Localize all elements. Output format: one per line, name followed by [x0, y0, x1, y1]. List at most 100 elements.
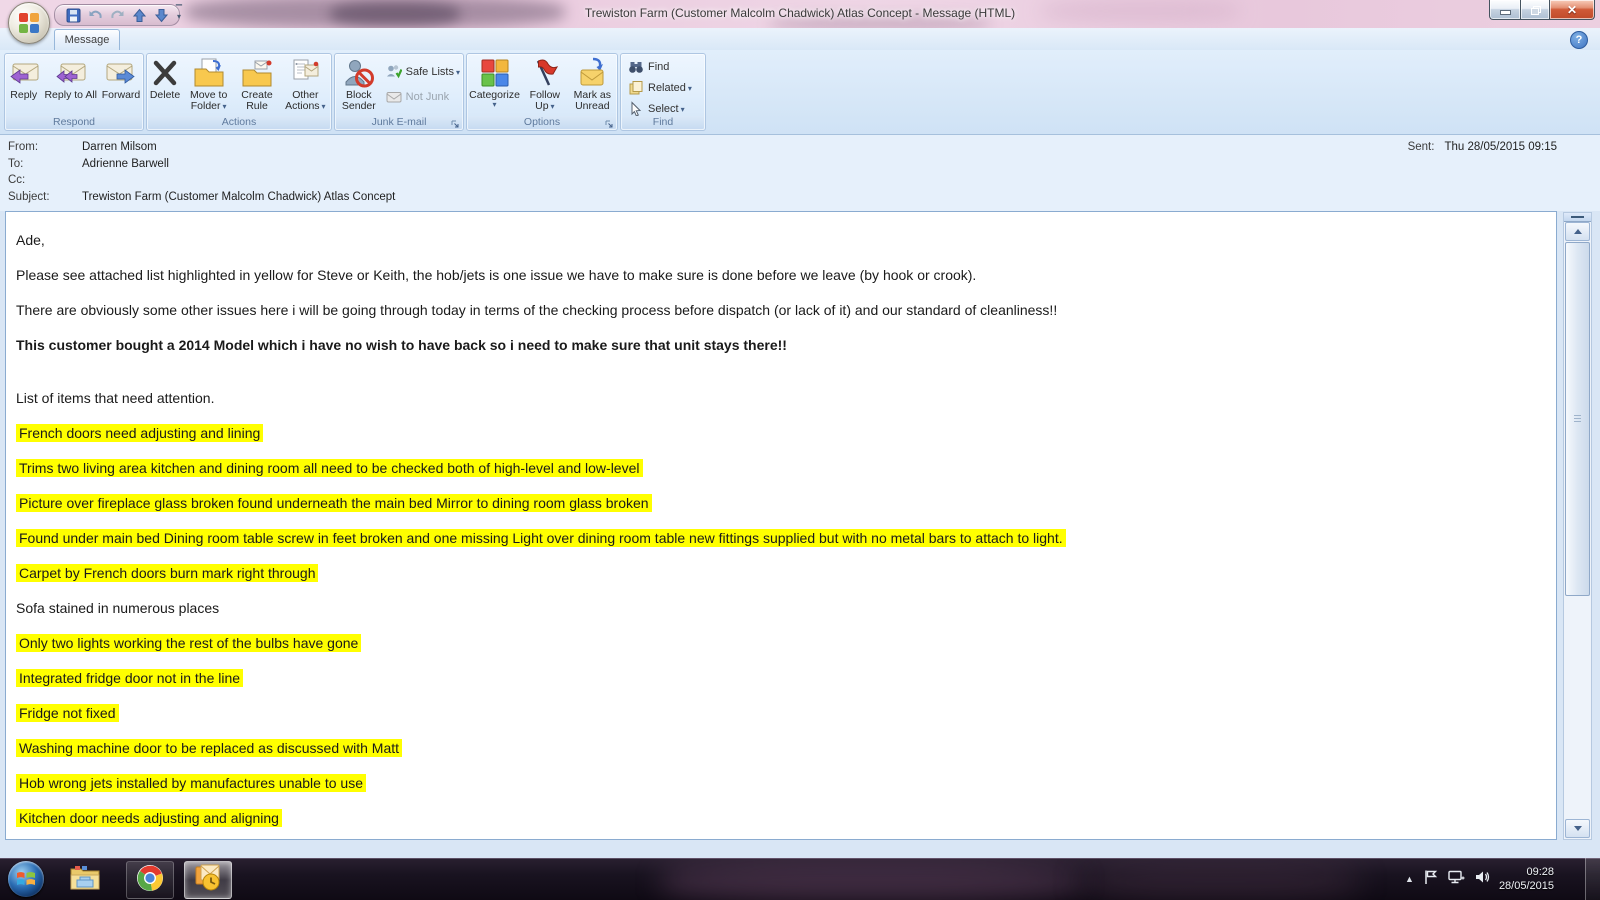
- qat-customize-button[interactable]: ▔▾: [172, 6, 186, 22]
- scrollbar-split-handle[interactable]: [1564, 213, 1591, 222]
- scroll-up-button[interactable]: [1565, 222, 1590, 241]
- start-button[interactable]: [6, 861, 46, 897]
- group-caption-respond: Respond: [6, 116, 142, 129]
- outlook-taskbar-button[interactable]: [184, 861, 232, 899]
- highlighted-text: French doors need adjusting and lining: [16, 424, 263, 442]
- block-sender-icon: [343, 57, 375, 89]
- mark-as-unread-icon: [576, 57, 608, 89]
- minimize-icon: [1500, 10, 1511, 15]
- previous-item-icon[interactable]: [131, 7, 147, 23]
- reply-to-all-button[interactable]: Reply to All: [42, 56, 99, 102]
- block-sender-button[interactable]: Block Sender: [339, 56, 379, 113]
- related-icon: [628, 80, 644, 96]
- help-button[interactable]: ?: [1570, 31, 1588, 49]
- scrollbar-thumb[interactable]: [1565, 242, 1590, 596]
- related-button[interactable]: Related: [625, 78, 695, 97]
- not-junk-button[interactable]: Not Junk: [383, 87, 463, 106]
- categorize-dropdown-caret: ▾: [493, 101, 497, 109]
- vertical-scrollbar[interactable]: [1563, 212, 1592, 840]
- close-button[interactable]: ✕: [1549, 0, 1595, 20]
- redo-icon[interactable]: [109, 7, 125, 23]
- body-text: This customer bought a 2014 Model which …: [16, 337, 787, 353]
- group-respond: Reply Reply to All Forward: [4, 53, 144, 131]
- create-rule-button[interactable]: Create Rule: [234, 56, 279, 113]
- network-icon[interactable]: [1447, 869, 1465, 890]
- junk-dialog-launcher-icon[interactable]: [450, 117, 461, 128]
- tray-time: 09:28: [1499, 865, 1554, 879]
- body-paragraph: Only two lights working the rest of the …: [16, 625, 1556, 660]
- action-center-flag-icon[interactable]: [1423, 869, 1438, 890]
- from-label: From:: [8, 141, 38, 153]
- follow-up-button[interactable]: Follow Up: [522, 56, 568, 113]
- taskbar: ▲ 09:28 28/05/2015: [0, 858, 1600, 900]
- scrollbar-grip: [1574, 415, 1581, 424]
- window-controls: ✕: [1489, 0, 1595, 19]
- ribbon: Reply Reply to All Forward: [0, 50, 1600, 135]
- body-paragraph: Washing machine door to be replaced as d…: [16, 730, 1556, 765]
- office-logo-icon: [18, 12, 40, 34]
- highlighted-text: Washing machine door to be replaced as d…: [16, 739, 402, 757]
- highlighted-text: Found under main bed Dining room table s…: [16, 529, 1066, 547]
- highlighted-text: Picture over fireplace glass broken foun…: [16, 494, 652, 512]
- mark-as-unread-button[interactable]: Mark as Unread: [568, 56, 617, 113]
- scroll-down-icon: [1574, 826, 1582, 831]
- message-body[interactable]: Ade,Please see attached list highlighted…: [5, 211, 1557, 840]
- body-paragraph: Sofa stained in numerous places: [16, 590, 1556, 625]
- group-actions: Delete Move to Folder Create Rule: [146, 53, 332, 131]
- not-junk-icon: [386, 89, 402, 105]
- move-to-folder-button[interactable]: Move to Folder: [183, 56, 234, 113]
- body-paragraph: Please see attached list highlighted in …: [16, 257, 1556, 292]
- safe-lists-button[interactable]: Safe Lists: [383, 62, 463, 81]
- group-caption-junk-email: Junk E-mail: [336, 116, 462, 129]
- subject-label: Subject:: [8, 191, 50, 203]
- highlighted-text: Fridge not fixed: [16, 704, 119, 722]
- reply-button[interactable]: Reply: [6, 56, 42, 102]
- screen: Trewiston Farm (Customer Malcolm Chadwic…: [0, 0, 1600, 900]
- delete-icon: [149, 57, 181, 89]
- tray-expand-button[interactable]: ▲: [1405, 874, 1414, 884]
- restore-icon: [1531, 6, 1540, 14]
- other-actions-button[interactable]: Other Actions: [280, 56, 331, 113]
- body-paragraph: Hob wrong jets installed by manufactures…: [16, 765, 1556, 800]
- minimize-button[interactable]: [1489, 0, 1520, 20]
- sent-label: Sent:: [1408, 141, 1435, 153]
- chrome-taskbar-button[interactable]: [126, 861, 174, 899]
- follow-up-flag-icon: [529, 57, 561, 89]
- body-paragraph: Kitchen door needs adjusting and alignin…: [16, 800, 1556, 835]
- body-text: List of items that need attention.: [16, 390, 214, 406]
- categorize-button[interactable]: Categorize ▾: [467, 56, 522, 110]
- show-desktop-button[interactable]: [1585, 858, 1600, 900]
- group-caption-options: Options: [468, 116, 616, 129]
- highlighted-text: Kitchen door needs adjusting and alignin…: [16, 809, 282, 827]
- save-icon[interactable]: [65, 7, 81, 23]
- select-cursor-icon: [628, 101, 644, 117]
- tray-clock[interactable]: 09:28 28/05/2015: [1499, 865, 1554, 893]
- forward-icon: [105, 57, 137, 89]
- outlook-icon: [193, 863, 223, 898]
- restore-button[interactable]: [1520, 0, 1549, 20]
- reply-all-icon: [55, 57, 87, 89]
- to-label: To:: [8, 158, 23, 170]
- explorer-taskbar-button[interactable]: [62, 861, 108, 897]
- forward-button[interactable]: Forward: [100, 56, 143, 102]
- find-button[interactable]: Find: [625, 57, 695, 76]
- from-value[interactable]: Darren Milsom: [82, 141, 157, 153]
- undo-icon[interactable]: [87, 7, 103, 23]
- message-header: From: Darren Milsom To: Adrienne Barwell…: [0, 135, 1600, 211]
- next-item-icon[interactable]: [153, 7, 169, 23]
- volume-icon[interactable]: [1474, 869, 1490, 890]
- to-value[interactable]: Adrienne Barwell: [82, 158, 169, 170]
- options-dialog-launcher-icon[interactable]: [604, 117, 615, 128]
- delete-button[interactable]: Delete: [147, 56, 183, 102]
- group-options: Categorize ▾ Follow Up Mark as Unread: [466, 53, 618, 131]
- close-icon: ✕: [1567, 3, 1577, 17]
- highlighted-text: Carpet by French doors burn mark right t…: [16, 564, 318, 582]
- body-paragraph: Carpet by French doors burn mark right t…: [16, 555, 1556, 590]
- scroll-down-button[interactable]: [1565, 819, 1590, 838]
- tab-message[interactable]: Message: [54, 29, 120, 51]
- body-paragraph: [16, 362, 1556, 380]
- body-paragraph: Trims two living area kitchen and dining…: [16, 450, 1556, 485]
- group-junk-email: Block Sender Safe Lists: [334, 53, 464, 131]
- office-button[interactable]: [8, 2, 50, 44]
- reply-icon: [8, 57, 40, 89]
